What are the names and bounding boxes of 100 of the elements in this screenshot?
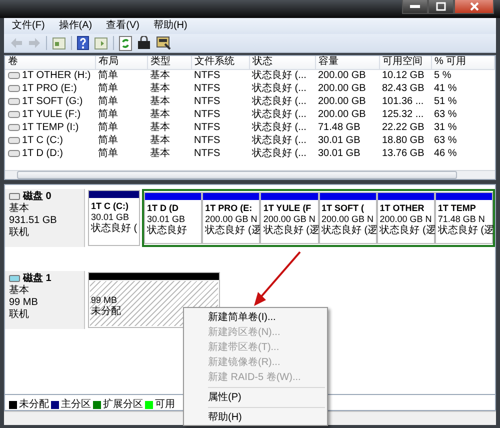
- partition-name: 1T YULE (F: [263, 203, 312, 214]
- table-cell-text: 简单: [97, 147, 119, 160]
- table-cell-text: 状态良好 (...: [251, 147, 308, 160]
- drive-icon: [8, 110, 20, 118]
- table-cell: 200.00 GB: [315, 69, 379, 82]
- column-header[interactable]: 文件系统: [191, 56, 249, 69]
- table-cell-text: 基本: [149, 121, 171, 134]
- table-cell-text: 状态良好 (...: [251, 121, 308, 134]
- volume-name: 1T OTHER (H:): [22, 70, 91, 81]
- partition-status: 状态良好 (: [91, 222, 138, 235]
- table-cell-text: 简单: [97, 108, 119, 121]
- volume-name: 1T YULE (F:): [22, 108, 81, 120]
- disk-type: 基本: [9, 203, 30, 215]
- table-cell-text: 41 %: [433, 82, 458, 95]
- menu-item[interactable]: 帮助(H): [153, 20, 188, 32]
- partition-size: 200.00 GB N: [263, 214, 316, 224]
- menu-item[interactable]: 属性(P): [184, 390, 327, 405]
- table-cell-text: NTFS: [193, 147, 222, 160]
- drive-icon: [8, 150, 20, 156]
- disk-name: 磁盘 0: [23, 191, 52, 202]
- table-cell-text: 简单: [97, 95, 119, 108]
- table-cell-text: 71.48 GB: [317, 121, 362, 134]
- partition-status: 状态良好: [147, 224, 187, 237]
- partition-name: 1T TEMP: [438, 203, 476, 214]
- partition-block[interactable]: 1T TEMP 71.48 GB N 状态良好 (逻: [434, 192, 494, 244]
- table-cell-text: 200.00 GB: [317, 108, 367, 121]
- table-cell-text: 22.22 GB: [381, 121, 426, 134]
- column-header[interactable]: % 可用: [431, 56, 494, 69]
- disk-status: 联机: [9, 227, 30, 239]
- disk-size: 931.51 GB: [9, 215, 58, 226]
- table-cell-text: 13.76 GB: [381, 147, 426, 160]
- table-cell-text: 200.00 GB: [317, 82, 367, 95]
- table-cell-text: 简单: [97, 82, 119, 95]
- table-cell-text: 基本: [149, 82, 171, 95]
- menu-item[interactable]: 查看(V): [106, 20, 140, 32]
- partition-block[interactable]: 1T D (D 30.01 GB 状态良好: [144, 192, 202, 244]
- partition-block[interactable]: 1T YULE (F 200.00 GB N 状态良好 (逻: [260, 192, 319, 244]
- disk-status: 联机: [9, 309, 30, 321]
- partition-size: 30.01 GB: [147, 214, 186, 224]
- partition-name: 1T SOFT (: [322, 203, 364, 214]
- column-header[interactable]: 类型: [147, 56, 191, 69]
- table-cell-text: 30.01 GB: [317, 134, 362, 147]
- column-header[interactable]: 状态: [249, 56, 315, 69]
- table-cell-text: 基本: [149, 108, 171, 121]
- partition-name: 1T D (D: [147, 203, 178, 214]
- table-cell-text: 30.01 GB: [317, 147, 362, 160]
- partition-size: 30.01 GB: [91, 212, 130, 222]
- table-cell-text: 状态良好 (...: [251, 134, 308, 147]
- partition-size: 200.00 GB N: [380, 214, 432, 224]
- table-cell-text: 82.43 GB: [381, 82, 426, 95]
- partition-block[interactable]: 1T SOFT ( 200.00 GB N 状态良好 (逻: [318, 192, 377, 244]
- table-cell-text: 63 %: [433, 134, 458, 147]
- legend-label: 可用: [155, 398, 175, 410]
- partition-status: 状态良好 (逻: [263, 224, 320, 237]
- table-cell: NTFS: [191, 69, 249, 82]
- partition-size: 200.00 GB N: [322, 214, 374, 224]
- menu-item[interactable]: 文件(F): [12, 20, 45, 32]
- column-header[interactable]: 布局: [95, 56, 147, 69]
- maximize-button[interactable]: [428, 0, 454, 14]
- disk-name: 磁盘 1: [23, 273, 52, 284]
- partition-status: 状态良好 (逻: [380, 224, 436, 237]
- help-icon[interactable]: [77, 36, 89, 50]
- minimize-button[interactable]: [402, 0, 428, 14]
- column-header[interactable]: 可用空间: [379, 56, 431, 69]
- table-cell-text: 31 %: [433, 121, 458, 134]
- table-cell-text: 46 %: [433, 147, 458, 160]
- partition-name: 1T C (C:): [91, 201, 128, 212]
- table-cell-text: 基本: [149, 95, 171, 108]
- lock-drive-icon[interactable]: [137, 36, 151, 50]
- legend-label: 扩展分区: [103, 398, 143, 410]
- partition-block[interactable]: 1T C (C:) 30.01 GB 状态良好 (: [88, 190, 140, 246]
- legend-label: 主分区: [61, 398, 91, 410]
- table-cell-text: 51 %: [433, 95, 458, 108]
- table-cell-text: NTFS: [193, 82, 222, 95]
- volume-name: 1T TEMP (I:): [22, 122, 79, 132]
- table-cell-text: 基本: [149, 147, 171, 160]
- volume-name: 1T C (C:): [22, 134, 63, 146]
- menu-item[interactable]: 操作(A): [58, 20, 92, 32]
- table-cell-text: NTFS: [193, 108, 222, 121]
- table-cell-text: 状态良好 (...: [251, 108, 308, 121]
- refresh-icon[interactable]: [119, 36, 132, 50]
- scrollbar-thumb[interactable]: [17, 171, 457, 179]
- volume-name: 1T PRO (E:): [22, 82, 77, 94]
- window-pane-icon[interactable]: [52, 36, 66, 50]
- column-header[interactable]: 卷: [5, 56, 95, 69]
- partition-block[interactable]: 1T OTHER 200.00 GB N 状态良好 (逻: [376, 192, 435, 244]
- drive-icon: [8, 124, 20, 130]
- disk-size: 99 MB: [9, 297, 39, 308]
- maximize-icon: [436, 2, 446, 11]
- partition-name: 1T OTHER: [380, 203, 424, 214]
- partition-status: 状态良好 (逻: [322, 224, 378, 237]
- table-cell-text: 200.00 GB: [317, 95, 367, 108]
- drive-settings-icon[interactable]: [156, 36, 171, 50]
- drive-icon: [8, 98, 20, 104]
- close-icon: [470, 2, 478, 11]
- menu-item[interactable]: 帮助(H): [184, 410, 327, 425]
- close-button[interactable]: [454, 0, 494, 14]
- column-header[interactable]: 容量: [315, 56, 379, 69]
- partition-status: 未分配: [91, 306, 121, 318]
- window-pane-icon[interactable]: [94, 36, 108, 50]
